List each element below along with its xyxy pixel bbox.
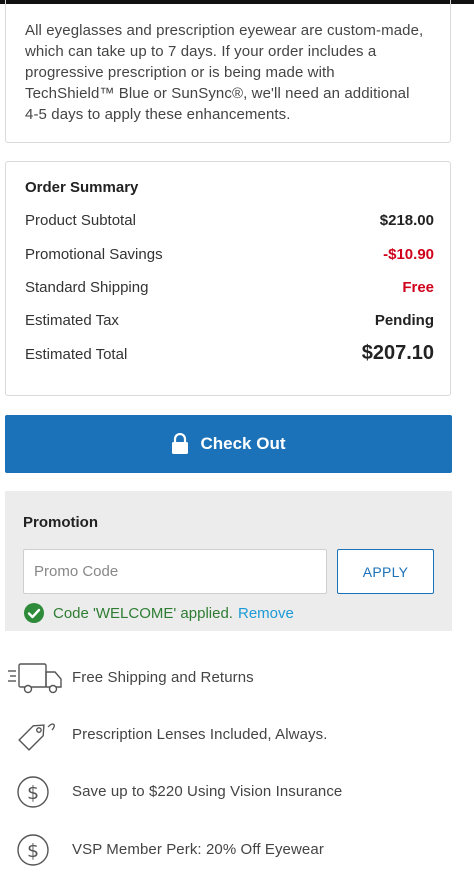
order-summary-card: Order Summary Product Subtotal $218.00 P… (5, 161, 451, 396)
summary-value: $218.00 (379, 212, 434, 229)
check-circle-icon (24, 603, 44, 623)
feature-label: Save up to $220 Using Vision Insurance (72, 783, 343, 800)
summary-row-tax: Estimated Tax Pending (25, 312, 434, 334)
truck-icon (8, 663, 62, 694)
summary-label: Standard Shipping (25, 279, 149, 296)
promo-code-input[interactable] (23, 549, 327, 594)
promotion-title: Promotion (23, 514, 98, 531)
summary-value: Pending (374, 312, 434, 329)
feature-item-free-shipping: Free Shipping and Returns (0, 660, 474, 696)
lock-icon (172, 433, 189, 454)
shipping-info-card: All eyeglasses and prescription eyewear … (5, 0, 451, 143)
promotion-section: Promotion APPLY Code 'WELCOME' applied. … (5, 491, 452, 631)
feature-label: VSP Member Perk: 20% Off Eyewear (72, 841, 324, 858)
feature-label: Free Shipping and Returns (72, 669, 254, 686)
summary-label: Product Subtotal (25, 212, 136, 229)
summary-label: Promotional Savings (25, 246, 163, 263)
summary-value: Free (402, 279, 434, 296)
promo-applied-status: Code 'WELCOME' applied. Remove (23, 602, 294, 624)
apply-button[interactable]: APPLY (337, 549, 434, 594)
shipping-info-text: All eyeglasses and prescription eyewear … (25, 22, 424, 123)
summary-label: Estimated Tax (25, 312, 119, 329)
dollar-circle-icon: $ (17, 834, 49, 866)
feature-label: Prescription Lenses Included, Always. (72, 726, 328, 743)
summary-row-total: Estimated Total $207.10 (25, 342, 434, 368)
tag-icon (18, 723, 55, 751)
summary-total-value: $207.10 (361, 342, 434, 364)
order-summary-title: Order Summary (25, 179, 139, 196)
svg-text:$: $ (27, 840, 39, 862)
summary-row-subtotal: Product Subtotal $218.00 (25, 212, 434, 234)
feature-item-vision-insurance: $ Save up to $220 Using Vision Insurance (0, 774, 474, 810)
feature-item-prescription-lenses: Prescription Lenses Included, Always. (0, 717, 474, 753)
checkout-button[interactable]: Check Out (5, 415, 452, 473)
promo-applied-message: Code 'WELCOME' applied. (53, 604, 233, 622)
dollar-circle-icon: $ (17, 776, 49, 808)
summary-label: Estimated Total (25, 346, 128, 363)
summary-row-savings: Promotional Savings -$10.90 (25, 246, 434, 268)
summary-value: -$10.90 (383, 246, 434, 263)
checkout-label: Check Out (200, 434, 286, 453)
summary-row-shipping: Standard Shipping Free (25, 279, 434, 301)
svg-text:$: $ (27, 782, 39, 804)
remove-promo-link[interactable]: Remove (238, 605, 294, 622)
feature-item-vsp-perk: $ VSP Member Perk: 20% Off Eyewear (0, 832, 474, 868)
